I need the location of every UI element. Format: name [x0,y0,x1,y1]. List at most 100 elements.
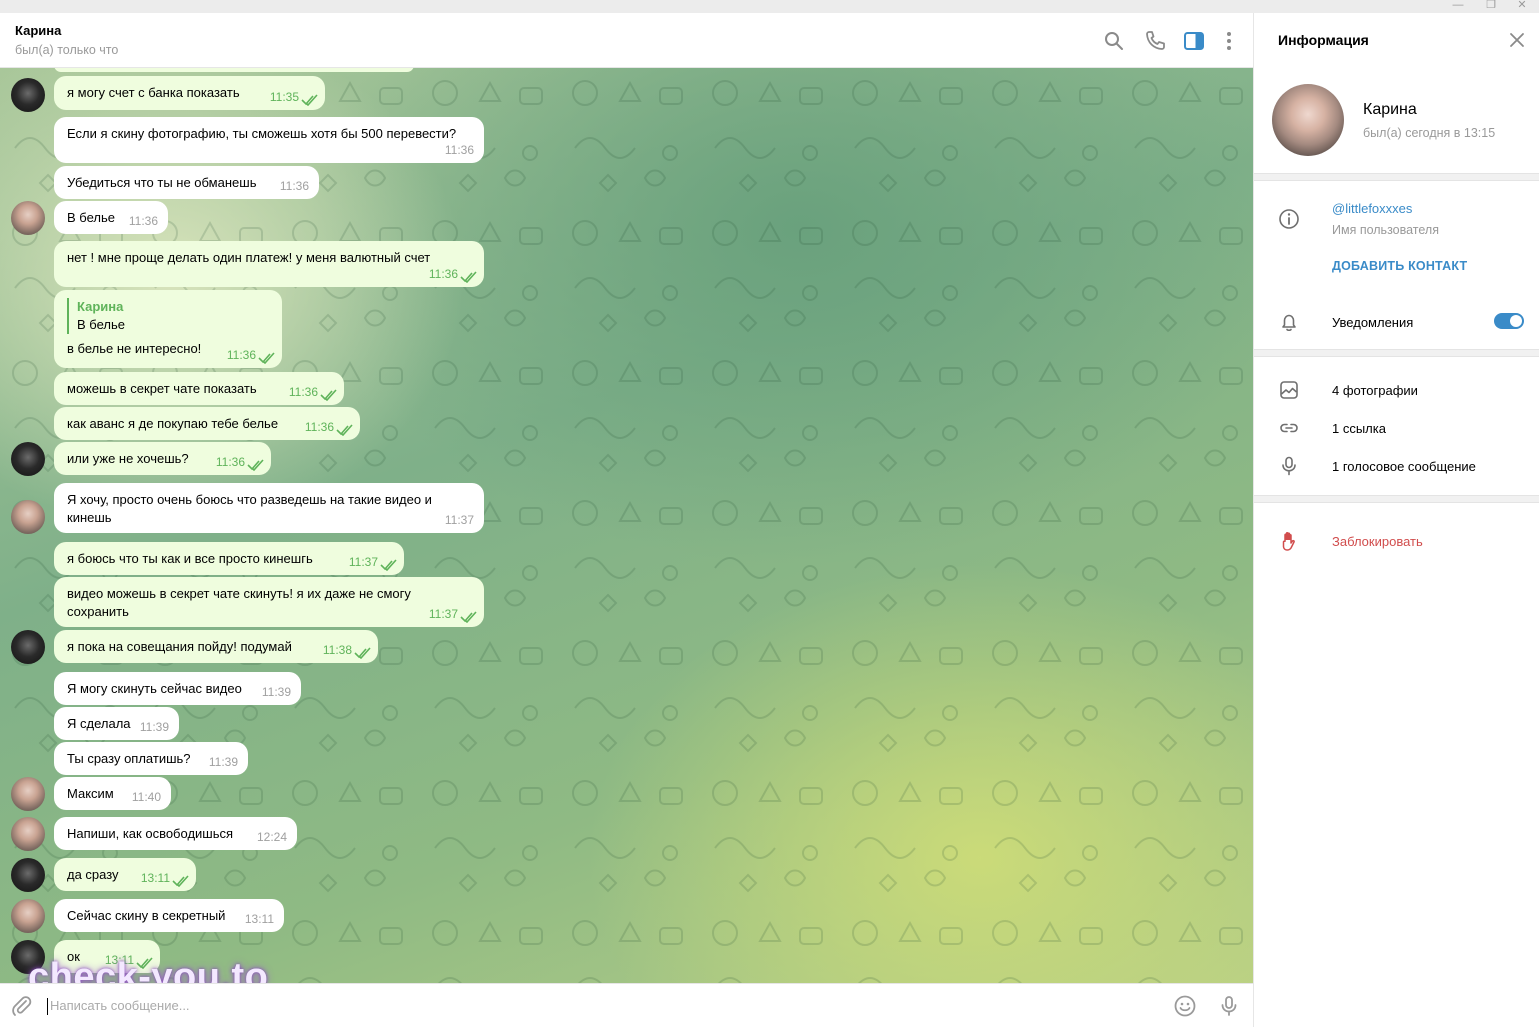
hand-block-icon [1282,532,1295,551]
double-check-icon [172,875,189,887]
message-text: Я хочу, просто очень боюсь что разведешь… [67,492,432,525]
message-bubble[interactable]: я боюсь что ты как и все просто кинешгь … [54,542,404,575]
message-bubble[interactable]: В белье 11:36 [54,201,168,234]
message-text: нет ! мне проще делать один платеж! у ме… [67,250,431,265]
avatar[interactable] [11,78,45,112]
sidebar-toggle-icon[interactable] [1182,29,1206,53]
message-row: Я сделала 11:39 [0,707,560,740]
info-panel: Информация Карина был(а) сегодня в 13:15… [1253,13,1539,1027]
message-bubble[interactable]: да сразу 13:11 [54,858,196,891]
message-row: Если я скину фотографию, ты сможешь хотя… [0,117,560,163]
avatar[interactable] [11,630,45,664]
message-bubble[interactable]: Ты сразу оплатишь? 11:39 [54,742,248,775]
message-time: 11:36 [288,385,318,399]
message-row: Я могу скинуть сейчас видео 11:39 [0,672,560,705]
double-check-icon [336,424,353,436]
phone-icon[interactable] [1143,29,1167,53]
maximize-window-button[interactable]: ❐ [1476,0,1506,12]
message-row: Напиши, как освободишься 12:24 [0,817,560,851]
message-bubble[interactable]: я пока на совещания пойду! подумай 11:38 [54,630,378,663]
message-row: Я хочу, просто очень боюсь что разведешь… [0,483,560,534]
message-bubble[interactable]: как аванс я де покупаю тебе белье 11:36 [54,407,360,440]
minimize-window-button[interactable]: — [1443,0,1473,12]
emoji-icon[interactable] [1173,994,1197,1018]
message-text: Сейчас скину в секретный [67,908,226,923]
reply-quote[interactable]: Карина В белье [67,298,269,334]
message-row: В белье 11:36 [0,201,560,235]
avatar[interactable] [11,201,45,235]
avatar[interactable] [11,442,45,476]
message-row: я боюсь что ты как и все просто кинешгь … [0,542,560,575]
microphone-icon[interactable] [1217,994,1241,1018]
message-bubble[interactable]: Если я скину фотографию, ты сможешь хотя… [54,117,484,163]
message-row: можешь в секрет чате показать 11:36 [0,372,560,405]
message-bubble[interactable]: я могу счет с банка показать 11:35 [54,76,325,110]
message-bubble-reply[interactable]: Карина В белье в белье не интересно! 11:… [54,290,282,368]
bell-icon [1282,314,1296,332]
avatar[interactable] [11,858,45,892]
message-time: 11:36 [428,267,458,281]
avatar[interactable] [11,817,45,851]
username-caption: Имя пользователя [1332,223,1439,237]
message-text: как аванс я де покупаю тебе белье [67,416,279,431]
close-window-button[interactable]: ✕ [1507,0,1537,12]
message-bubble[interactable]: видео можешь в секрет чате скинуть! я их… [54,577,484,627]
avatar[interactable] [11,500,45,534]
add-contact-button[interactable]: ДОБАВИТЬ КОНТАКТ [1332,259,1467,273]
double-check-icon [247,459,264,471]
notifications-toggle[interactable] [1494,313,1524,329]
message-bubble[interactable]: Я хочу, просто очень боюсь что разведешь… [54,483,484,533]
message-bubble[interactable]: Я сделала 11:39 [54,707,179,740]
reply-author: Карина [77,299,124,314]
username-link[interactable]: @littlefoxxxes [1332,201,1412,216]
message-text: в белье не интересно! [67,341,202,356]
avatar[interactable] [11,777,45,811]
more-vertical-icon[interactable] [1217,29,1241,53]
photo-icon [1280,381,1298,399]
chat-header[interactable]: Карина был(а) только что [0,13,1253,68]
message-row: Ты сразу оплатишь? 11:39 [0,742,560,775]
message-bubble[interactable]: нет ! мне проще делать один платеж! у ме… [54,241,484,287]
message-text: Напиши, как освободишься [67,826,234,841]
message-time: 11:37 [428,607,458,621]
shared-photos-item[interactable]: 4 фотографии [1332,383,1418,398]
message-bubble-partial [54,68,414,72]
message-time: 12:24 [256,830,287,844]
shared-links-item[interactable]: 1 ссылка [1332,421,1386,436]
shared-voice-item[interactable]: 1 голосовое сообщение [1332,459,1476,474]
message-bubble[interactable]: или уже не хочешь? 11:36 [54,442,271,475]
message-bubble[interactable]: Убедиться что ты не обманешь 11:36 [54,166,319,199]
section-divider [1254,173,1539,181]
chat-messages-area[interactable]: я могу счет с банка показать 11:35 Если … [0,68,1253,983]
message-row: как аванс я де покупаю тебе белье 11:36 [0,407,560,440]
message-time: 11:39 [139,720,169,734]
message-input[interactable]: Написать сообщение... [47,998,190,1015]
message-time: 11:38 [322,643,352,657]
message-bubble[interactable]: Напиши, как освободишься 12:24 [54,817,297,850]
message-bubble[interactable]: Сейчас скину в секретный 13:11 [54,899,284,932]
message-text: я пока на совещания пойду! подумай [67,639,292,654]
window-title-bar: — ❐ ✕ [0,0,1539,13]
message-time: 11:39 [208,755,238,769]
avatar[interactable] [11,899,45,933]
message-row: или уже не хочешь? 11:36 [0,442,560,476]
section-divider [1254,349,1539,357]
message-time: 11:37 [348,555,378,569]
message-bubble[interactable]: Я могу скинуть сейчас видео 11:39 [54,672,301,705]
message-text: Убедиться что ты не обманешь [67,175,257,190]
message-composer: Написать сообщение... [0,983,1253,1027]
double-check-icon [460,271,477,283]
search-icon[interactable] [1102,29,1126,53]
message-time: 13:11 [140,871,170,885]
block-user-button[interactable]: Заблокировать [1332,534,1423,549]
message-time: 11:37 [444,513,474,527]
message-text: я могу счет с банка показать [67,85,240,100]
paperclip-icon[interactable] [10,994,34,1018]
message-bubble[interactable]: можешь в секрет чате показать 11:36 [54,372,344,405]
profile-avatar[interactable] [1272,84,1344,156]
close-icon[interactable] [1508,31,1526,49]
message-time: 11:36 [304,420,334,434]
chat-title[interactable]: Карина [15,23,61,38]
profile-name: Карина [1363,101,1417,118]
message-bubble[interactable]: Максим 11:40 [54,777,171,810]
